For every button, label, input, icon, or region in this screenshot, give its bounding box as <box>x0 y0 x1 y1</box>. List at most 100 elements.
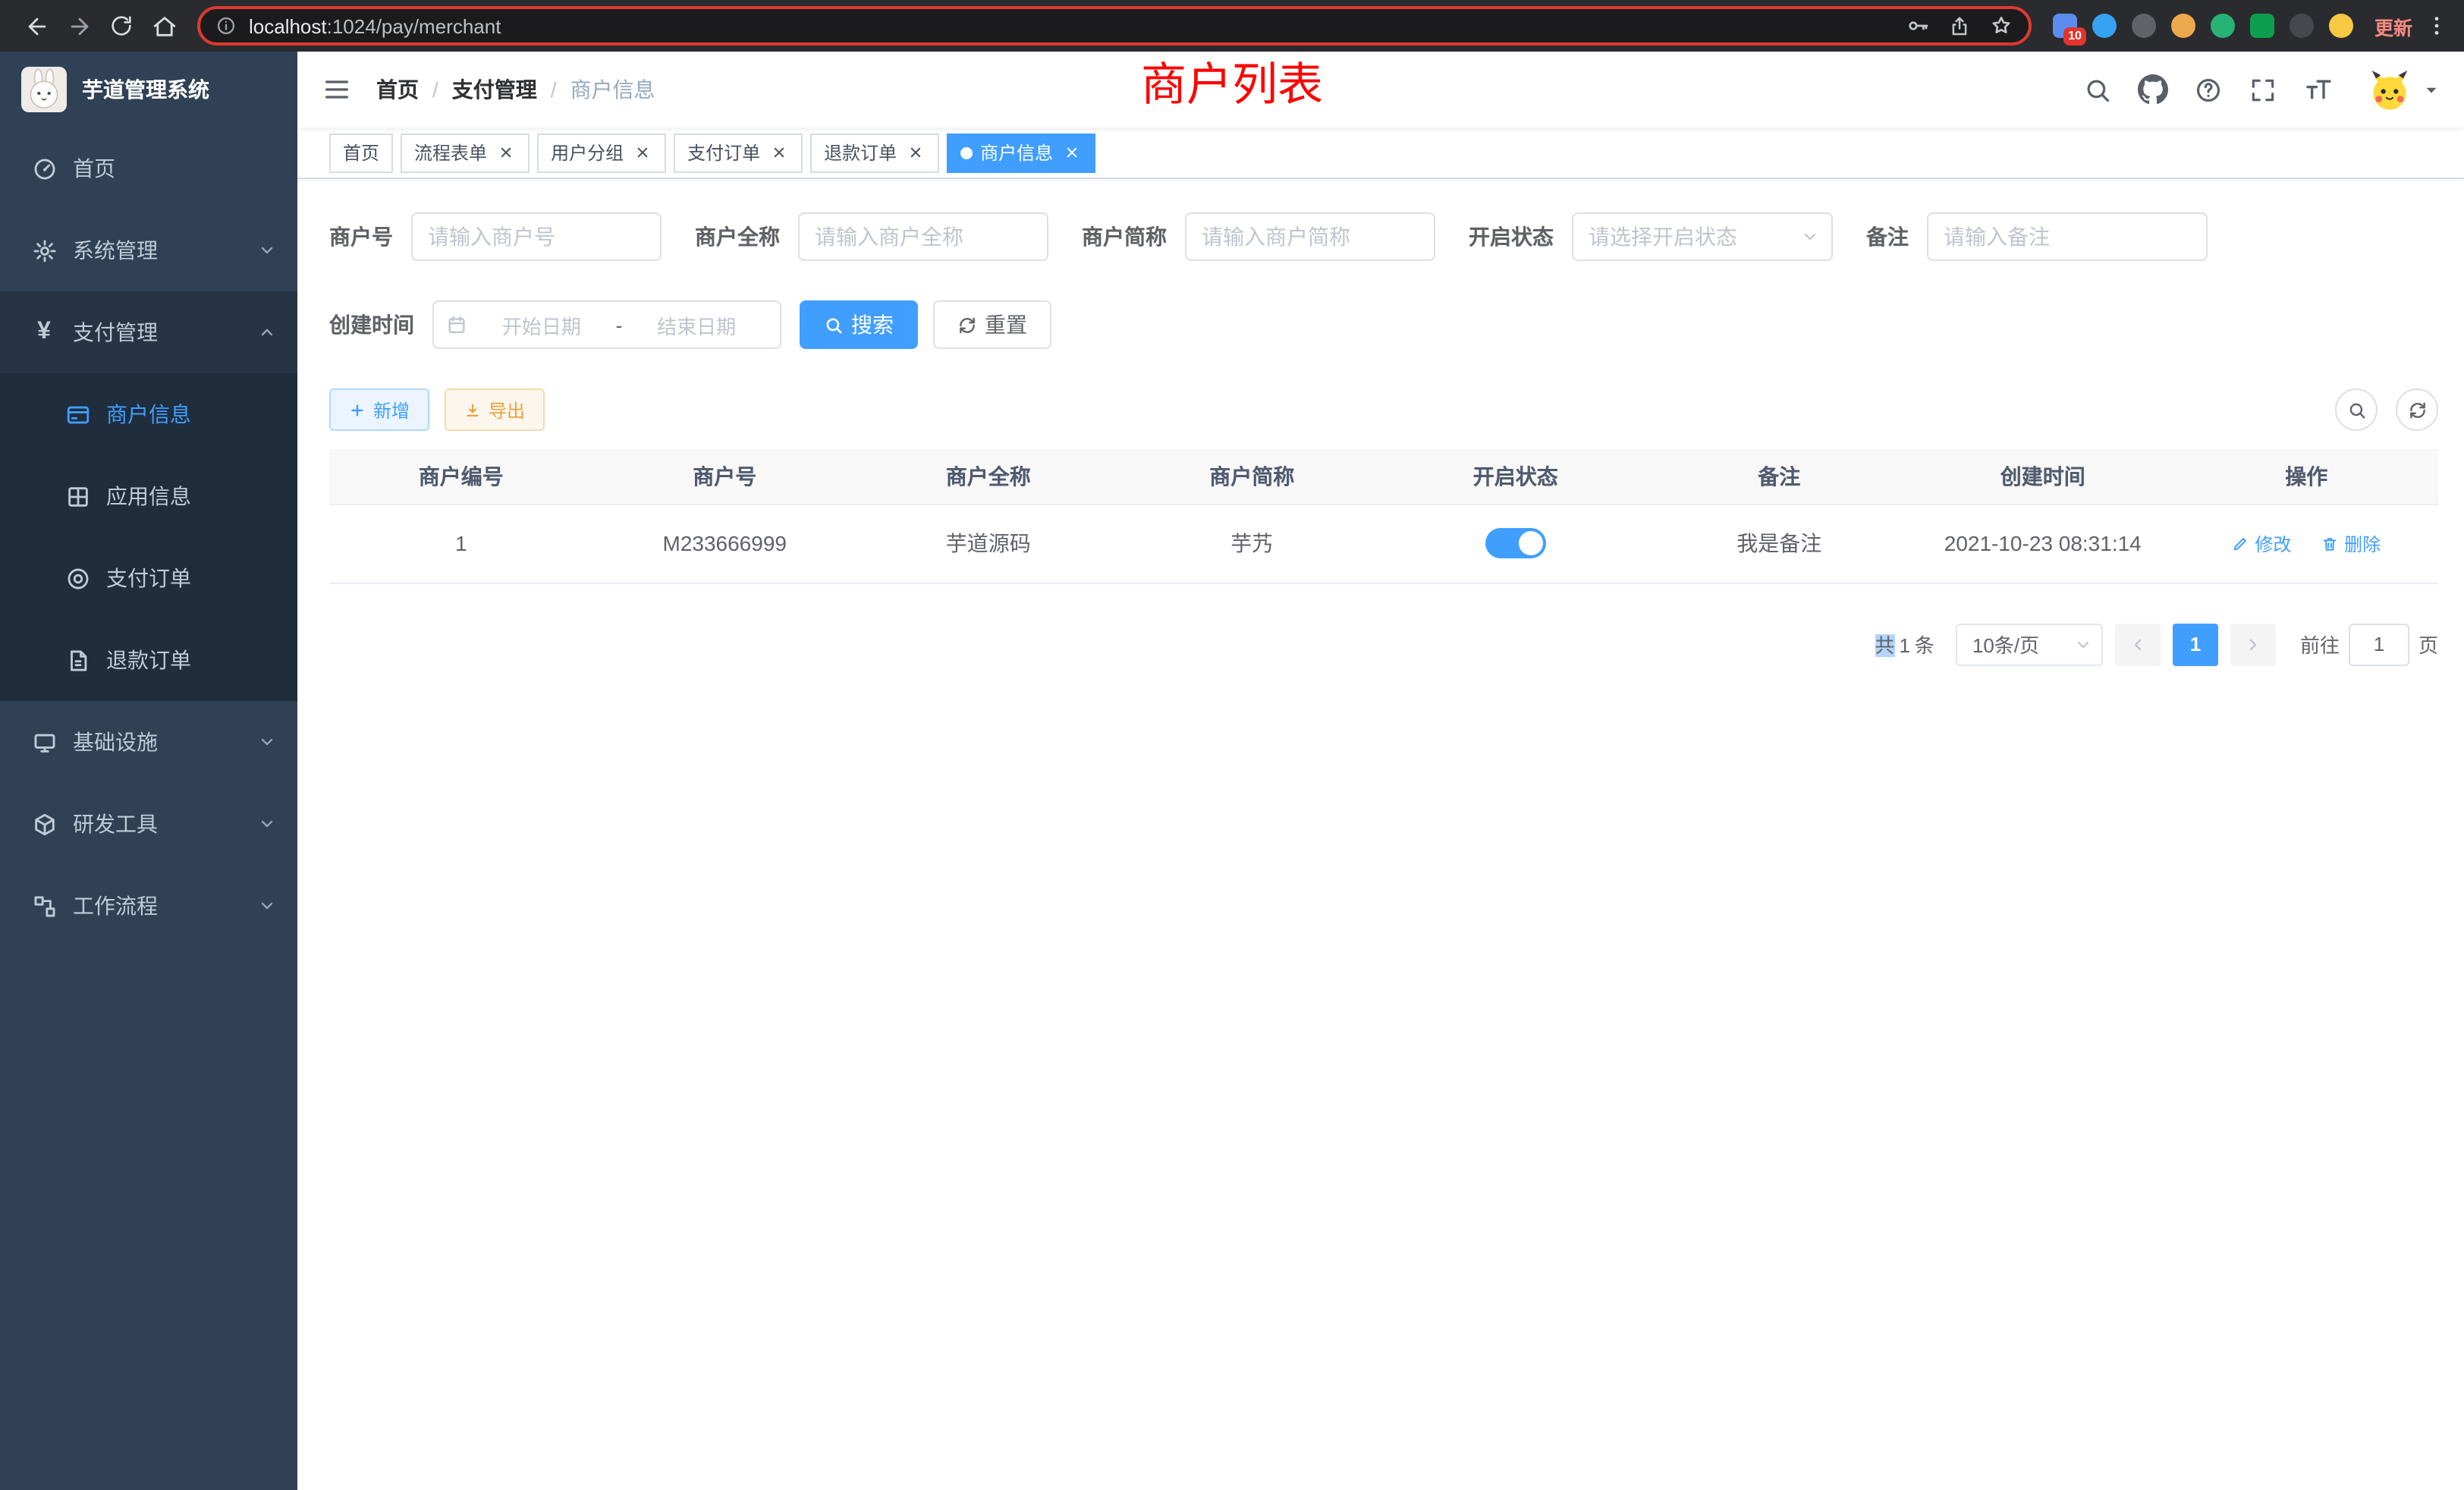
browser-menu-icon[interactable] <box>2425 14 2449 38</box>
sidebar-item-merchant-info[interactable]: 商户信息 <box>0 373 297 455</box>
font-size-icon[interactable] <box>2303 74 2334 105</box>
sidebar-item-workflow[interactable]: 工作流程 <box>0 865 297 947</box>
sidebar-item-refund-orders[interactable]: 退款订单 <box>0 619 297 701</box>
next-page-button[interactable] <box>2230 623 2276 665</box>
status-select-placeholder: 请选择开启状态 <box>1589 222 1801 252</box>
extension-icon-2[interactable] <box>2092 14 2117 38</box>
chevron-down-icon <box>258 897 276 915</box>
sidebar-item-dev-tools[interactable]: 研发工具 <box>0 783 297 865</box>
sidebar-item-label: 应用信息 <box>106 481 191 511</box>
url-host: localhost <box>249 14 327 37</box>
sidebar-item-pay-orders[interactable]: 支付订单 <box>0 537 297 619</box>
breadcrumb-payment[interactable]: 支付管理 <box>452 74 537 105</box>
site-info-icon[interactable] <box>215 15 237 36</box>
arrow-right-icon <box>66 13 92 39</box>
filter-full-name: 商户全称 <box>695 212 1048 261</box>
reset-button[interactable]: 重置 <box>933 300 1051 349</box>
url-bar[interactable]: localhost :1024/pay/merchant <box>197 6 2032 46</box>
caret-down-icon <box>2423 81 2440 98</box>
remark-input[interactable] <box>1927 212 2208 261</box>
page-content: 商户号 商户全称 商户简称 开启状态 请选择开启状态 <box>297 179 2464 1490</box>
header-actions: 操作 <box>2175 449 2439 504</box>
close-icon[interactable] <box>768 142 789 163</box>
tags-bar: 首页 流程表单 用户分组 支付订单 退款订单 <box>297 127 2464 179</box>
tab-home[interactable]: 首页 <box>329 133 393 172</box>
short-name-input[interactable] <box>1185 212 1435 261</box>
annotation-merchant-list: 商户列表 <box>1141 64 1323 109</box>
filter-merchant-no: 商户号 <box>329 212 662 261</box>
sidebar-item-home[interactable]: 首页 <box>0 127 297 209</box>
extension-icon-1[interactable]: 10 <box>2053 14 2077 38</box>
github-icon[interactable] <box>2138 74 2168 105</box>
toggle-search-button[interactable] <box>2335 388 2378 431</box>
status-select[interactable]: 请选择开启状态 <box>1572 212 1833 261</box>
bookmark-star-icon[interactable] <box>1989 14 2013 38</box>
close-icon[interactable] <box>631 142 652 163</box>
date-start-placeholder: 开始日期 <box>470 310 613 339</box>
sidebar-logo[interactable]: 芋道管理系统 <box>0 52 297 127</box>
tab-merchant-info[interactable]: 商户信息 <box>947 133 1095 172</box>
date-range-picker[interactable]: 开始日期 - 结束日期 <box>432 300 781 349</box>
help-icon[interactable] <box>2194 75 2223 104</box>
hamburger-icon[interactable] <box>322 74 352 105</box>
password-key-icon[interactable] <box>1906 14 1930 38</box>
sidebar-item-app-info[interactable]: 应用信息 <box>0 455 297 537</box>
sidebar-menu: 首页 系统管理 ¥ 支付管理 商户信息 <box>0 127 297 947</box>
search-icon <box>824 315 844 335</box>
fullscreen-icon[interactable] <box>2249 75 2277 104</box>
header-status: 开启状态 <box>1384 449 1648 504</box>
sidebar-item-payment[interactable]: ¥ 支付管理 <box>0 291 297 373</box>
export-button[interactable]: 导出 <box>445 388 545 431</box>
extension-icon-7[interactable] <box>2290 14 2314 38</box>
tab-refund-orders[interactable]: 退款订单 <box>810 133 939 172</box>
user-avatar[interactable] <box>2367 67 2412 112</box>
breadcrumb-current: 商户信息 <box>570 74 655 105</box>
page-size-select[interactable]: 10条/页 <box>1956 623 2103 665</box>
close-icon[interactable] <box>1061 142 1082 163</box>
tab-user-group[interactable]: 用户分组 <box>537 133 666 172</box>
close-icon[interactable] <box>904 142 926 163</box>
delete-link[interactable]: 删除 <box>2321 531 2381 557</box>
prev-page-button[interactable] <box>2115 623 2161 665</box>
search-icon[interactable] <box>2083 75 2112 104</box>
browser-reload-button[interactable] <box>100 5 143 47</box>
url-path: :1024/pay/merchant <box>327 14 501 37</box>
extension-icon-3[interactable] <box>2132 14 2156 38</box>
browser-toolbar: localhost :1024/pay/merchant 10 更新 <box>0 0 2464 52</box>
reload-icon <box>109 14 134 38</box>
extension-icon-4[interactable] <box>2171 14 2195 38</box>
add-button[interactable]: 新增 <box>329 388 429 431</box>
header-create-time: 创建时间 <box>1911 449 2175 504</box>
extension-icon-6[interactable] <box>2250 14 2274 38</box>
status-toggle[interactable] <box>1485 528 1546 558</box>
breadcrumb-home[interactable]: 首页 <box>376 74 419 105</box>
goto-page-input[interactable] <box>2349 623 2409 665</box>
browser-back-button[interactable] <box>15 5 58 47</box>
browser-home-button[interactable] <box>143 5 185 47</box>
full-name-input[interactable] <box>798 212 1048 261</box>
merchant-no-input[interactable] <box>411 212 662 261</box>
toggle-knob <box>1519 531 1543 555</box>
refresh-table-button[interactable] <box>2396 388 2438 431</box>
close-icon[interactable] <box>495 142 516 163</box>
header-merchant-no: 商户号 <box>593 449 857 504</box>
sidebar-item-system[interactable]: 系统管理 <box>0 209 297 291</box>
page-1-button[interactable]: 1 <box>2173 623 2218 665</box>
app-title: 芋道管理系统 <box>82 74 209 105</box>
browser-forward-button[interactable] <box>58 5 100 47</box>
logo-avatar <box>21 67 67 112</box>
table-toolbar: 新增 导出 <box>329 388 2438 431</box>
share-icon[interactable] <box>1948 14 1971 37</box>
extension-icon-8[interactable] <box>2329 14 2353 38</box>
tab-pay-orders[interactable]: 支付订单 <box>674 133 803 172</box>
user-menu[interactable] <box>2367 67 2440 112</box>
search-button[interactable]: 搜索 <box>800 300 918 349</box>
total-suffix: 条 <box>1915 634 1934 657</box>
tab-process-form[interactable]: 流程表单 <box>401 133 530 172</box>
browser-update-button[interactable]: 更新 <box>2374 11 2412 40</box>
edit-link[interactable]: 修改 <box>2232 531 2291 557</box>
sidebar-item-infrastructure[interactable]: 基础设施 <box>0 701 297 783</box>
extension-icon-5[interactable] <box>2211 14 2235 38</box>
chevron-down-icon <box>258 733 276 751</box>
merchant-no-label: 商户号 <box>329 222 393 252</box>
